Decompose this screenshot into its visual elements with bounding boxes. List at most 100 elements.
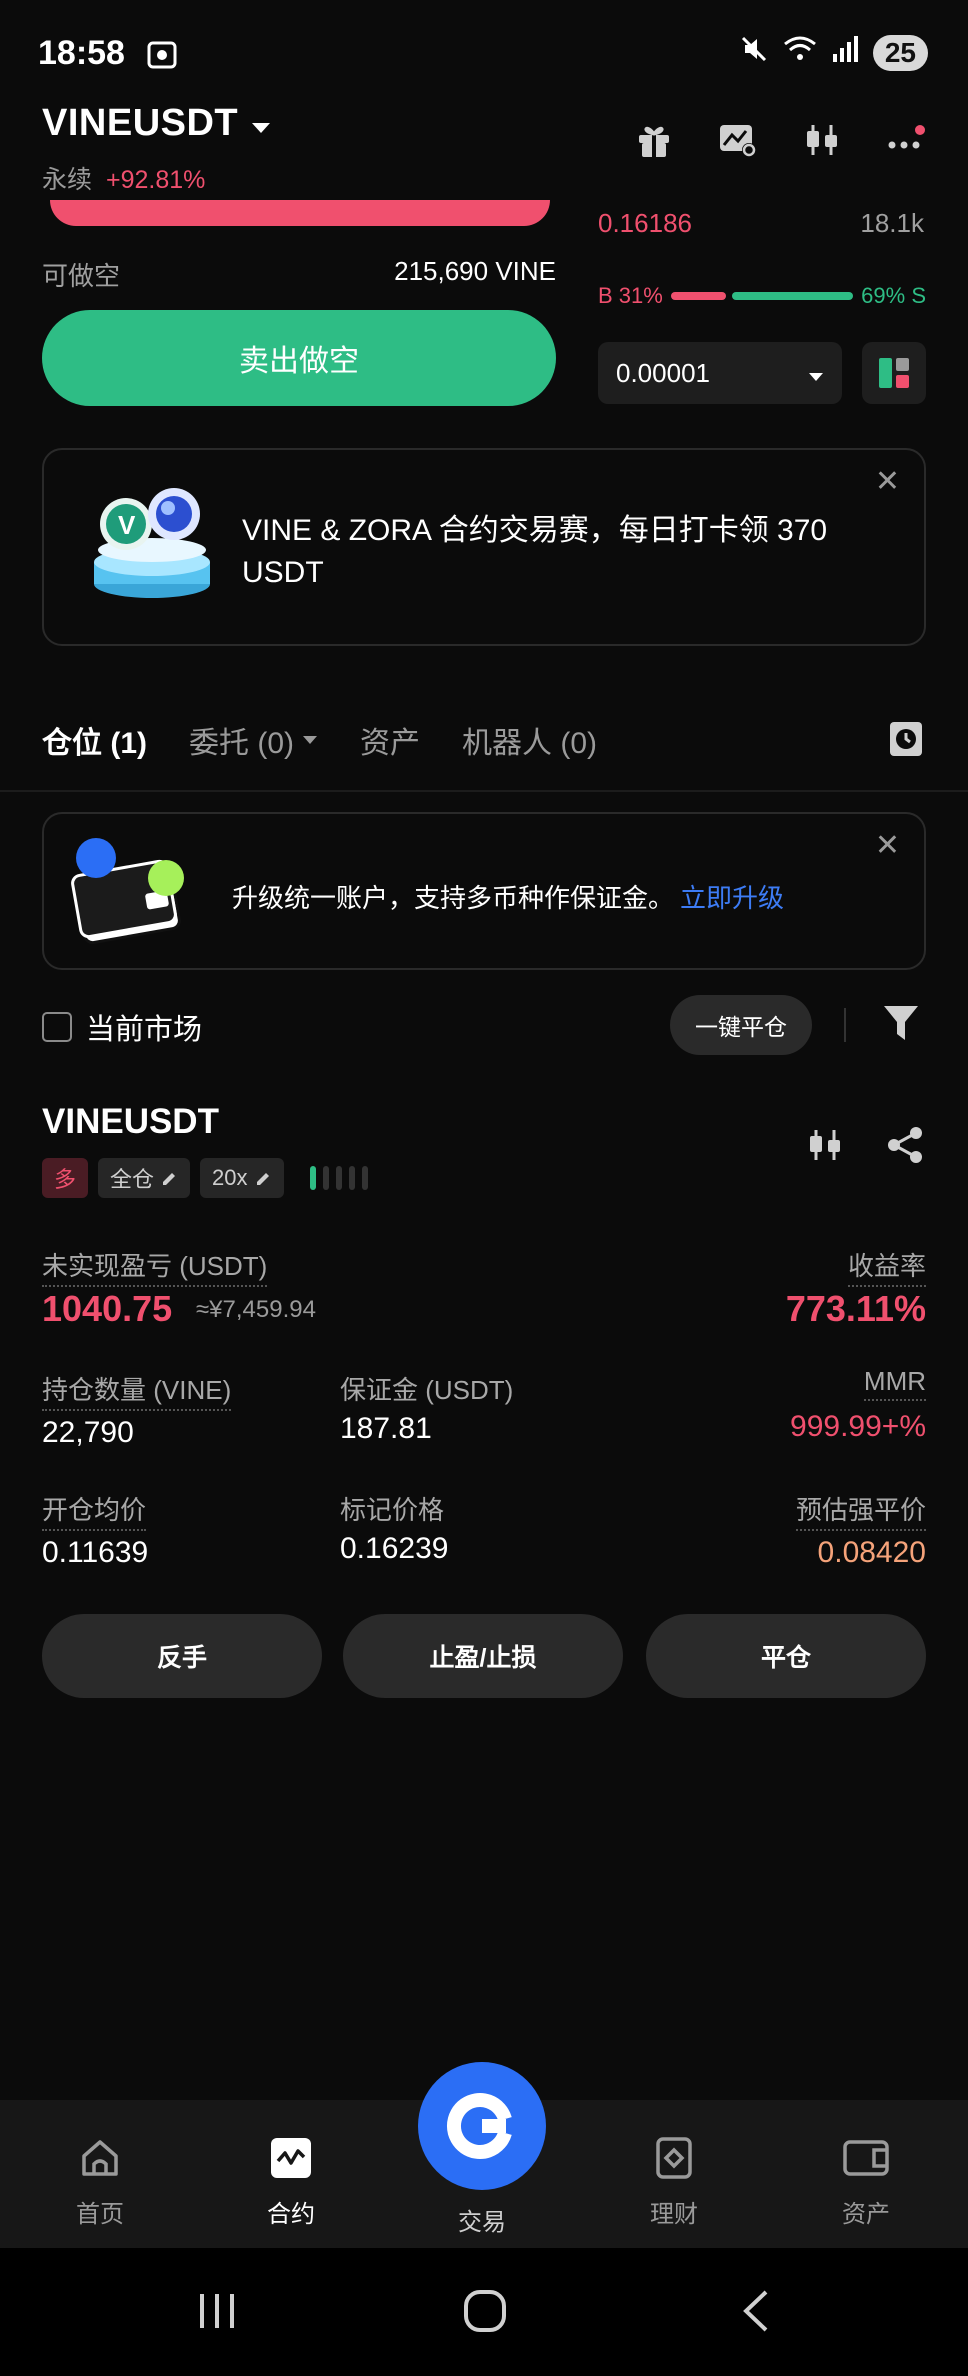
trade-icon — [446, 2093, 512, 2159]
position-actions — [806, 1126, 924, 1169]
entry-label-wrap[interactable]: 开仓均价 — [42, 1490, 147, 1531]
close-icon[interactable]: ✕ — [875, 464, 900, 499]
upgrade-link[interactable]: 立即升级 — [680, 883, 784, 913]
orderbook-qty: 18.1k — [860, 208, 924, 238]
nav-assets-label: 资产 — [842, 2201, 890, 2228]
nav-home-label: 首页 — [76, 2201, 124, 2228]
tab-bots[interactable]: 机器人 (0) — [462, 718, 597, 762]
tab-positions[interactable]: 仓位 (1) — [42, 718, 147, 762]
sell-ratio: 69% S — [861, 283, 926, 308]
sell-ratio-fill — [731, 292, 854, 300]
margin-mode-tag[interactable]: 全仓 — [98, 1158, 191, 1198]
price-change: +92.81% — [106, 166, 206, 194]
upgrade-banner[interactable]: 升级统一账户，支持多币种作保证金。 立即升级 ✕ — [42, 812, 926, 970]
precision-value: 0.00001 — [616, 357, 710, 388]
caret-down-icon — [808, 358, 824, 389]
chart-settings-icon[interactable] — [716, 118, 760, 162]
trade-button[interactable] — [418, 2062, 546, 2190]
current-market-checkbox[interactable] — [42, 1012, 72, 1042]
current-market-label: 当前市场 — [86, 1014, 203, 1046]
roe-value: 773.11% — [785, 1288, 926, 1329]
nav-trade-label: 交易 — [458, 2209, 506, 2236]
promo-banner[interactable]: V VINE & ZORA 合约交易赛，每日打卡领 370 USDT ✕ — [42, 448, 926, 646]
position-qty-label: 持仓数量 (VINE) — [42, 1370, 232, 1411]
caret-down-icon — [303, 736, 317, 744]
share-icon[interactable] — [886, 1126, 924, 1169]
candlestick-icon[interactable] — [800, 118, 844, 162]
mark-price-value: 0.16239 — [340, 1532, 449, 1565]
entry-price-label: 开仓均价 — [42, 1490, 147, 1531]
nav-earn[interactable]: 理财 — [614, 2136, 734, 2229]
home-button-icon[interactable] — [462, 2288, 508, 2339]
pair-subtitle: 永续 +92.81% — [42, 160, 205, 196]
entry-price-value: 0.11639 — [42, 1536, 149, 1569]
nav-assets[interactable]: 资产 — [806, 2136, 926, 2229]
tab-orders-label: 委托 (0) — [189, 727, 294, 760]
close-position-button[interactable]: 平仓 — [646, 1614, 926, 1698]
back-icon[interactable] — [738, 2288, 774, 2339]
margin-value: 187.81 — [340, 1412, 432, 1445]
available-label: 可做空 — [42, 261, 121, 291]
signal-icon — [831, 34, 859, 71]
status-icons: 25 — [739, 34, 928, 71]
pair-selector[interactable]: VINEUSDT — [42, 102, 272, 145]
upgrade-text-wrap: 升级统一账户，支持多币种作保证金。 立即升级 — [232, 878, 784, 915]
unrealized-pnl-value: 1040.75 — [42, 1288, 173, 1329]
battery-indicator: 25 — [872, 34, 928, 71]
orderbook-layout-button[interactable] — [862, 342, 926, 404]
layout-icon — [879, 358, 909, 388]
liq-price-label: 预估强平价 — [795, 1490, 926, 1531]
screenshot-icon — [146, 40, 178, 75]
pnl-label-wrap[interactable]: 未实现盈亏 (USDT) — [42, 1246, 268, 1287]
nav-futures[interactable]: 合约 — [231, 2136, 351, 2229]
close-icon[interactable]: ✕ — [875, 828, 900, 863]
leverage-label: 20x — [212, 1165, 248, 1190]
position-tabs: 仓位 (1) 委托 (0) 资产 机器人 (0) — [42, 718, 597, 762]
reverse-button[interactable]: 反手 — [42, 1614, 322, 1698]
sell-short-button[interactable]: 卖出做空 — [42, 310, 556, 406]
contract-type: 永续 — [42, 166, 93, 194]
futures-icon — [271, 2138, 311, 2178]
tpsl-button[interactable]: 止盈/止损 — [343, 1614, 623, 1698]
position-symbol[interactable]: VINEUSDT — [42, 1102, 219, 1142]
current-market-toggle[interactable]: 当前市场 — [42, 1006, 202, 1048]
position-qty-value: 22,790 — [42, 1416, 134, 1449]
upgrade-text: 升级统一账户，支持多币种作保证金。 — [232, 883, 675, 913]
nav-home[interactable]: 首页 — [40, 2136, 160, 2229]
more-icon[interactable] — [884, 118, 928, 162]
mmr-value: 999.99+% — [790, 1410, 926, 1443]
gift-icon[interactable] — [632, 118, 676, 162]
header-actions — [632, 118, 928, 162]
qty-label-wrap[interactable]: 持仓数量 (VINE) — [42, 1370, 232, 1411]
orderbook-price[interactable]: 0.16186 — [598, 208, 692, 239]
buy-sell-ratio: B 31% 69% S — [598, 280, 926, 312]
close-all-button[interactable]: 一键平仓 — [670, 995, 812, 1055]
mmr-label-wrap[interactable]: MMR — [863, 1366, 926, 1401]
liq-price-value: 0.08420 — [817, 1536, 926, 1569]
candlestick-icon[interactable] — [806, 1126, 844, 1169]
tab-orders[interactable]: 委托 (0) — [189, 718, 318, 762]
liq-label-wrap[interactable]: 预估强平价 — [795, 1490, 926, 1531]
risk-bar — [335, 1166, 342, 1190]
nav-futures-label: 合约 — [267, 2201, 315, 2228]
unrealized-pnl-label: 未实现盈亏 (USDT) — [42, 1246, 268, 1287]
risk-bar — [309, 1166, 316, 1190]
filter-icon[interactable] — [882, 1002, 922, 1046]
recent-apps-icon[interactable] — [196, 2290, 238, 2337]
mark-label-wrap: 标记价格 — [340, 1490, 444, 1529]
roe-label-wrap[interactable]: 收益率 — [847, 1246, 926, 1287]
promo-text: VINE & ZORA 合约交易赛，每日打卡领 370 USDT — [242, 514, 828, 589]
edit-icon — [163, 1173, 176, 1185]
edit-icon — [256, 1173, 269, 1185]
margin-label-wrap: 保证金 (USDT) — [340, 1370, 513, 1409]
precision-select[interactable]: 0.00001 — [598, 342, 842, 404]
svg-text:V: V — [118, 510, 136, 540]
history-icon[interactable] — [888, 718, 926, 758]
wallet-icon — [70, 834, 190, 959]
tab-assets[interactable]: 资产 — [360, 718, 420, 762]
caret-down-icon — [250, 102, 272, 145]
leverage-tag[interactable]: 20x — [200, 1158, 284, 1198]
roe-label: 收益率 — [847, 1246, 926, 1287]
ratio-bar — [670, 292, 854, 300]
status-time: 18:58 — [38, 34, 125, 72]
